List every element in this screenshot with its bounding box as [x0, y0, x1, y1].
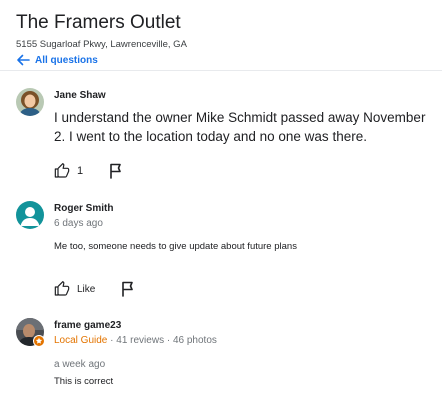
place-address: 5155 Sugarloaf Pkwy, Lawrenceville, GA [16, 39, 187, 50]
avatar[interactable] [16, 318, 45, 347]
report-button[interactable] [109, 163, 123, 179]
like-label: Like [77, 283, 96, 295]
avatar[interactable] [16, 201, 44, 229]
post-time: a week ago [54, 359, 106, 370]
local-guide-badge[interactable]: Local Guide [54, 335, 107, 346]
question-post: Jane Shaw I understand the owner Mike Sc… [16, 88, 431, 188]
post-time: 6 days ago [54, 218, 103, 229]
author-stats: Local Guide · 41 reviews · 46 photos [54, 334, 431, 347]
avatar[interactable] [16, 88, 44, 116]
post-content: Roger Smith 6 days ago Me too, someone n… [54, 201, 431, 253]
answer-post: Roger Smith 6 days ago Me too, someone n… [16, 201, 431, 301]
flag-icon [109, 163, 123, 179]
review-count: · 41 reviews [110, 335, 165, 346]
like-button[interactable]: 1 [54, 163, 83, 179]
like-button[interactable]: Like [54, 281, 95, 297]
post-actions: 1 [54, 163, 123, 179]
place-header: The Framers Outlet 5155 Sugarloaf Pkwy, … [16, 12, 426, 66]
all-questions-label: All questions [35, 54, 98, 66]
local-guide-star-icon [33, 335, 45, 347]
author-name[interactable]: Jane Shaw [54, 89, 431, 102]
post-content: frame game23 Local Guide · 41 reviews · … [54, 318, 431, 388]
header-divider [0, 70, 442, 71]
post-actions: Like [54, 281, 135, 297]
author-name[interactable]: Roger Smith [54, 202, 431, 215]
thumb-up-icon [54, 163, 70, 179]
all-questions-link[interactable]: All questions [16, 54, 426, 66]
place-title: The Framers Outlet [16, 12, 181, 33]
report-button[interactable] [121, 281, 135, 297]
arrow-back-icon [16, 54, 30, 66]
like-count: 1 [77, 165, 84, 177]
answer-post: frame game23 Local Guide · 41 reviews · … [16, 318, 431, 393]
photo-count: · 46 photos [166, 335, 217, 346]
author-name[interactable]: frame game23 [54, 319, 431, 332]
thumb-up-icon [54, 281, 70, 297]
post-text: Me too, someone needs to give update abo… [54, 241, 297, 252]
post-content: Jane Shaw I understand the owner Mike Sc… [54, 88, 431, 146]
post-text: This is correct [54, 376, 114, 387]
post-text: I understand the owner Mike Schmidt pass… [54, 110, 426, 144]
flag-icon [121, 281, 135, 297]
